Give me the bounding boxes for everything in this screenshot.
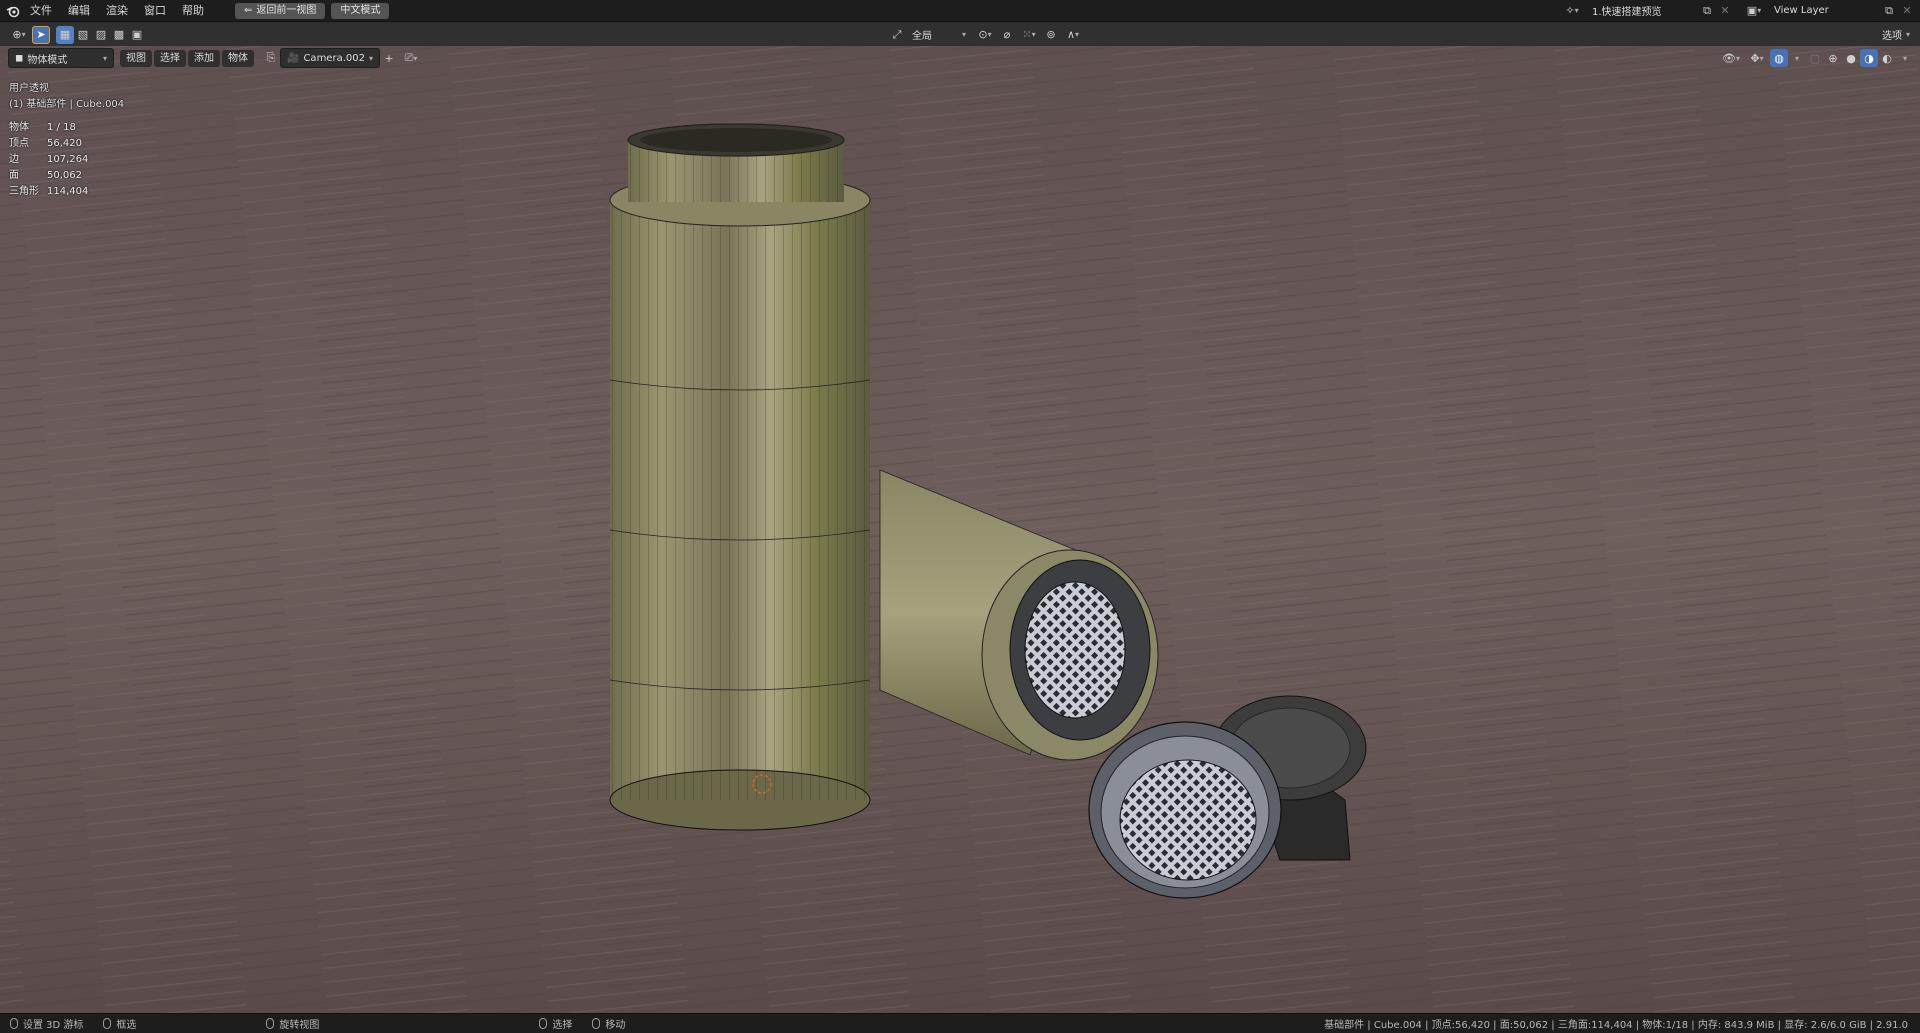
chinese-mode-button[interactable]: 中文模式 [331,2,390,19]
view-name: 用户透视 [9,83,49,94]
menu-edit[interactable]: 编辑 [60,1,98,21]
snap-toggle-icon[interactable]: ⌀ [998,26,1016,44]
stat-row: 边 107,264 [9,154,89,165]
tool-settings-bar: ⊕ ▾ ➤ ▦ ▧ ▨ ▩ ▣ ⤢ 全局 ▾ ⊙ ▾ ⌀ ⁙ ▾ ⊚ ∧ ▾ 选项 ▾ [0,23,1920,46]
status-hint: 框选 [103,1016,136,1031]
back-icon: ⇐ [244,4,253,16]
proportional-editing-icon[interactable]: ⊚ [1042,26,1060,44]
view-layer-icon[interactable]: ▣ ▾ [1740,2,1768,20]
falloff-icon[interactable]: ∧ ▾ [1060,26,1086,44]
select-extend-icon[interactable]: ▧ [74,26,92,44]
status-hint: 移动 [592,1016,625,1031]
delete-scene-icon[interactable]: ✕ [1716,2,1734,20]
active-object-info: (1) 基础部件 | Cube.004 [9,99,125,110]
menu-window[interactable]: 窗口 [136,1,174,21]
transform-orientation-dropdown[interactable]: 全局 ▾ [906,26,972,44]
top-menu-bar: 文件 编辑 渲染 窗口 帮助 ⇐ 返回前一视图 中文模式 ✧ ▾ 1.快速搭建预览… [0,0,1920,22]
menu-render[interactable]: 渲染 [98,1,136,21]
stat-row: 物体 1 / 18 [9,122,76,133]
options-dropdown[interactable]: 选项 ▾ [1876,26,1916,44]
delete-view-layer-icon[interactable]: ✕ [1898,2,1916,20]
mouse-right-icon [539,1018,548,1029]
camera-options-icon[interactable]: ⎚ ▾ [398,49,424,67]
mouse-drag-icon [103,1018,112,1029]
menu-view[interactable]: 视图 [120,49,152,67]
overlays-icon[interactable]: ◍ [1770,49,1788,67]
camera-link-icon[interactable]: ⎘ [262,49,280,67]
back-to-previous-button[interactable]: ⇐ 返回前一视图 [235,2,326,19]
status-hint: 选择 [539,1016,572,1031]
mouse-left-icon [10,1018,18,1029]
object-mode-icon: ◼ [15,52,24,64]
transform-orientation-icon: ⤢ [892,27,902,41]
mouse-move-icon [592,1018,601,1029]
3d-viewport[interactable]: 用户透视 (1) 基础部件 | Cube.004 物体 1 / 18 顶点 56,4… [0,46,1920,1013]
visibility-icon[interactable]: 👁 ▾ [1718,49,1744,67]
status-hint: 旋转视图 [266,1016,319,1031]
scene-selector[interactable]: 1.快速搭建预览 [1586,1,1698,20]
shading-options-icon[interactable]: ▾ [1896,49,1914,67]
new-view-layer-icon[interactable]: ⧉ [1880,2,1898,20]
status-info: 基础部件 | Cube.004 | 顶点:56,420 | 面:50,062 |… [1324,1020,1908,1031]
add-icon[interactable]: + [380,49,398,67]
overlays-dropdown-icon[interactable]: ▾ [1788,49,1806,67]
rendered-shading-icon[interactable]: ◐ [1878,49,1896,67]
status-hint: 设置 3D 游标 [10,1016,83,1031]
new-scene-icon[interactable]: ⧉ [1698,2,1716,20]
select-intersect-icon[interactable]: ▣ [128,26,146,44]
xray-icon[interactable]: ▢ [1806,49,1824,67]
menu-object[interactable]: 物体 [222,49,254,67]
solid-shading-icon[interactable]: ● [1842,49,1860,67]
menu-file[interactable]: 文件 [22,1,60,21]
scene-icon[interactable]: ✧ ▾ [1558,2,1586,20]
camera-dropdown[interactable]: 🎥 Camera.002 ▾ [280,48,380,68]
stat-row: 面 50,062 [9,170,82,181]
select-subtract-icon[interactable]: ▨ [92,26,110,44]
menu-add[interactable]: 添加 [188,49,220,67]
scene-render [0,46,1920,1013]
mouse-middle-icon [266,1018,275,1029]
menu-select[interactable]: 选择 [154,49,186,67]
mode-dropdown[interactable]: ◼ 物体模式 ▾ [8,48,114,68]
camera-icon: 🎥 [287,52,300,64]
stat-row: 顶点 56,420 [9,138,82,149]
select-difference-icon[interactable]: ▩ [110,26,128,44]
stat-row: 三角形 114,404 [9,186,89,197]
gizmo-icon[interactable]: ✥ ▾ [1744,49,1770,67]
viewport-header: ◼ 物体模式 ▾ 视图 选择 添加 物体 ⎘ 🎥 Camera.002 ▾ + ⎚ ▾… [0,46,1920,70]
pivot-point-icon[interactable]: ⊙ ▾ [972,26,998,44]
view-layer-selector[interactable]: View Layer [1768,1,1880,20]
select-new-icon[interactable]: ▦ [56,25,74,44]
snap-target-icon[interactable]: ⁙ ▾ [1016,26,1042,44]
select-tool-icon[interactable]: ➤ [32,25,50,44]
menu-help[interactable]: 帮助 [174,1,212,21]
wireframe-shading-icon[interactable]: ⊕ [1824,49,1842,67]
status-bar: 设置 3D 游标 框选 旋转视图 选择 移动 基础部件 | Cube.004 |… [0,1013,1920,1033]
scene-statistics: 物体 1 / 18 顶点 56,420 边 107,264 面 50,062 三角形 11… [9,120,88,200]
standing-bottle-mesh [609,123,871,831]
editor-type-icon[interactable]: ⊕ ▾ [6,26,32,44]
blender-logo-icon[interactable] [4,2,22,20]
material-shading-icon[interactable]: ◑ [1860,49,1878,67]
